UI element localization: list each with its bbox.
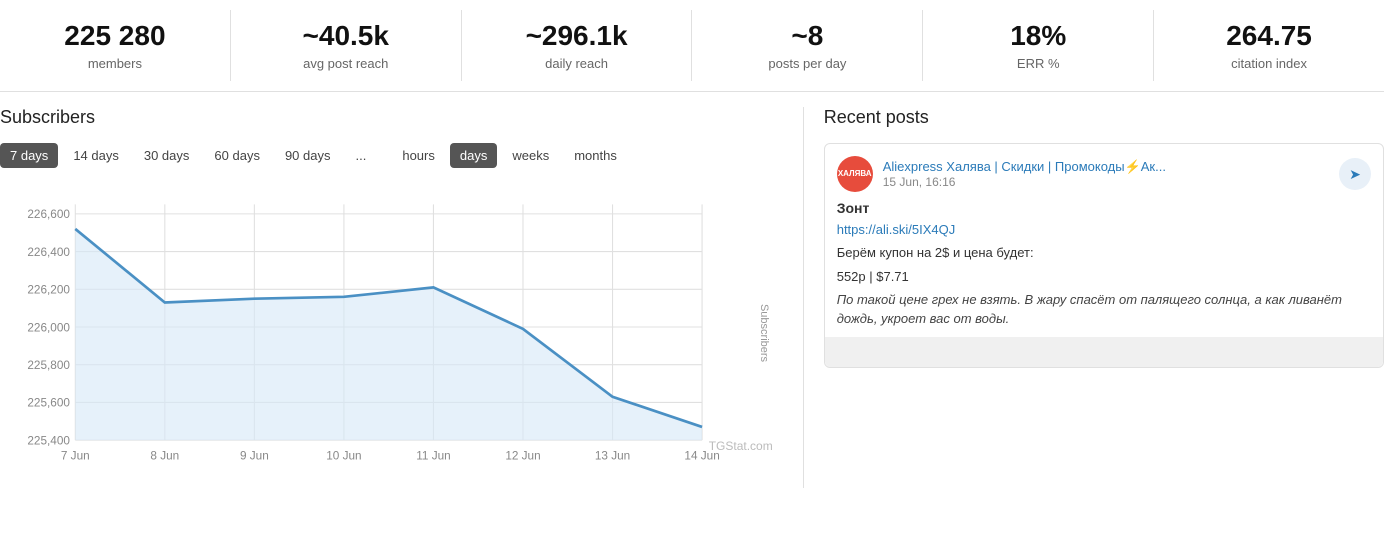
svg-text:9 Jun: 9 Jun — [240, 449, 269, 462]
chart-area: 226,600 226,400 226,200 226,000 225,800 225,6… — [0, 183, 783, 483]
stat-value: ~8 — [707, 20, 907, 52]
avatar: ХАЛЯВА — [837, 156, 873, 192]
granularity-button[interactable]: weeks — [502, 143, 559, 168]
avatar-text: ХАЛЯВА — [838, 169, 872, 179]
stat-value: 18% — [938, 20, 1138, 52]
post-bold-text: Зонт — [837, 200, 1371, 216]
stat-item: 264.75 citation index — [1154, 10, 1384, 81]
subscribers-title: Subscribers — [0, 107, 783, 128]
post-channel: ХАЛЯВА Aliexpress Халява | Скидки | Пром… — [837, 156, 1166, 192]
granularity-button[interactable]: months — [564, 143, 627, 168]
post-header: ХАЛЯВА Aliexpress Халява | Скидки | Пром… — [837, 156, 1371, 192]
stat-label: members — [15, 56, 215, 71]
svg-text:226,200: 226,200 — [27, 284, 70, 297]
post-promo-text: По такой цене грех не взять. В жару спас… — [837, 290, 1371, 329]
time-period-button[interactable]: 14 days — [63, 143, 129, 168]
stats-bar: 225 280 members ~40.5k avg post reach ~296.1… — [0, 0, 1384, 92]
stat-value: 264.75 — [1169, 20, 1369, 52]
post-price: 552р | $7.71 — [837, 269, 1371, 284]
recent-posts-title: Recent posts — [824, 107, 1384, 128]
stat-value: ~296.1k — [477, 20, 677, 52]
subscribers-panel: Subscribers 7 days14 days30 days60 days9… — [0, 107, 803, 488]
stat-label: citation index — [1169, 56, 1369, 71]
stat-item: 225 280 members — [0, 10, 231, 81]
post-coupon-text: Берём купон на 2$ и цена будет: — [837, 243, 1371, 263]
svg-text:10 Jun: 10 Jun — [326, 449, 361, 462]
post-link[interactable]: https://ali.ski/5IX4QJ — [837, 222, 1371, 237]
svg-text:225,800: 225,800 — [27, 359, 70, 372]
post-card: ХАЛЯВА Aliexpress Халява | Скидки | Пром… — [824, 143, 1384, 368]
svg-text:11 Jun: 11 Jun — [416, 449, 450, 462]
granularity-button[interactable]: hours — [392, 143, 445, 168]
stat-value: ~40.5k — [246, 20, 446, 52]
stat-value: 225 280 — [15, 20, 215, 52]
chart-container: 226,600 226,400 226,200 226,000 225,800 225,6… — [0, 183, 783, 483]
time-period-button[interactable]: ... — [346, 143, 377, 168]
channel-name[interactable]: Aliexpress Халява | Скидки | Промокоды⚡А… — [883, 159, 1166, 175]
svg-text:8 Jun: 8 Jun — [150, 449, 179, 462]
time-period-button[interactable]: 60 days — [204, 143, 270, 168]
svg-text:225,600: 225,600 — [27, 397, 70, 410]
stat-label: avg post reach — [246, 56, 446, 71]
time-period-button[interactable]: 7 days — [0, 143, 58, 168]
y-axis-label: Subscribers — [758, 304, 770, 362]
svg-text:226,600: 226,600 — [27, 208, 70, 221]
stat-item: ~296.1k daily reach — [462, 10, 693, 81]
channel-info: Aliexpress Халява | Скидки | Промокоды⚡А… — [883, 159, 1166, 189]
svg-text:7 Jun: 7 Jun — [61, 449, 90, 462]
post-footer — [825, 337, 1383, 367]
svg-text:12 Jun: 12 Jun — [505, 449, 540, 462]
stat-label: daily reach — [477, 56, 677, 71]
granularity-button[interactable]: days — [450, 143, 497, 168]
time-period-button[interactable]: 90 days — [275, 143, 341, 168]
svg-text:13 Jun: 13 Jun — [595, 449, 630, 462]
time-controls: 7 days14 days30 days60 days90 days... hou… — [0, 143, 783, 168]
recent-posts-panel: Recent posts ХАЛЯВА Aliexpress Халява | … — [803, 107, 1384, 488]
watermark: TGStat.com — [709, 439, 773, 453]
svg-text:226,000: 226,000 — [27, 321, 70, 334]
svg-text:225,400: 225,400 — [27, 434, 70, 447]
send-button[interactable]: ➤ — [1339, 158, 1371, 190]
main-content: Subscribers 7 days14 days30 days60 days9… — [0, 92, 1384, 503]
stat-item: 18% ERR % — [923, 10, 1154, 81]
stat-label: posts per day — [707, 56, 907, 71]
stat-label: ERR % — [938, 56, 1138, 71]
post-date: 15 Jun, 16:16 — [883, 175, 1166, 189]
stat-item: ~8 posts per day — [692, 10, 923, 81]
stat-item: ~40.5k avg post reach — [231, 10, 462, 81]
subscribers-chart: 226,600 226,400 226,200 226,000 225,800 225,6… — [0, 183, 783, 483]
svg-text:226,400: 226,400 — [27, 246, 70, 259]
time-period-button[interactable]: 30 days — [134, 143, 200, 168]
